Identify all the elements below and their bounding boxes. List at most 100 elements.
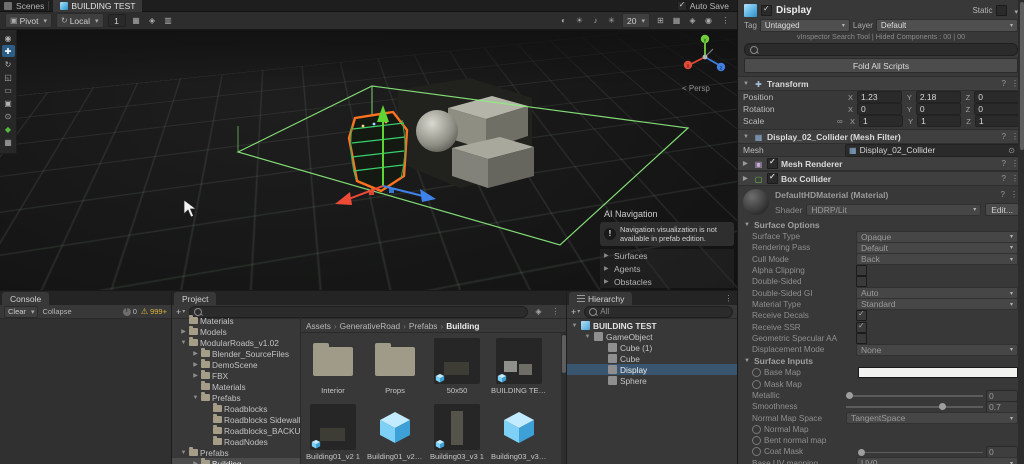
layer-dropdown[interactable]: Default	[875, 19, 1018, 32]
overlay-icon[interactable]: ⊞	[654, 16, 667, 25]
breadcrumb-item[interactable]: Prefabs	[409, 321, 443, 331]
toolbar-menu-icon[interactable]: ⋮	[719, 16, 732, 25]
ai-navigation-item[interactable]: ▶ Obstacles	[600, 275, 734, 288]
tab-hierarchy[interactable]: Hierarchy	[569, 292, 633, 305]
scale-z-field[interactable]: 1	[974, 115, 1019, 127]
material-preview-sphere[interactable]	[743, 189, 769, 215]
view-option-icon[interactable]: ♪	[589, 16, 602, 25]
project-folder-row[interactable]: ▶ DemoScene	[172, 359, 300, 370]
value-field[interactable]: 0	[986, 446, 1018, 458]
help-icon[interactable]	[1002, 132, 1006, 141]
mesh-filter-component-header[interactable]: Display_02_Collider (Mesh Filter)	[738, 129, 1024, 144]
transform-component-header[interactable]: Transform	[738, 76, 1024, 91]
scale-x-field[interactable]: 1	[859, 115, 904, 127]
tool-button[interactable]: ▦	[2, 136, 15, 148]
project-folder-row[interactable]: ▶ Blender_SourceFiles	[172, 348, 300, 359]
value-field[interactable]: 0.7	[986, 400, 1018, 413]
asset-item[interactable]: 50x50	[431, 338, 483, 395]
pivot-dropdown[interactable]: ▣ Pivot	[5, 13, 52, 28]
view-option-icon[interactable]: ☀	[573, 16, 586, 25]
texture-slot-icon[interactable]	[752, 447, 761, 457]
foldout-icon[interactable]	[743, 160, 750, 167]
info-count-badge[interactable]: 0	[122, 307, 137, 316]
project-folder-row[interactable]: ▼ ModularRoads_v1.02	[172, 337, 300, 348]
toolbar-icon[interactable]: ◈	[146, 16, 159, 25]
box-collider-component-header[interactable]: Box Collider	[738, 171, 1024, 186]
property-checkbox[interactable]	[856, 321, 867, 333]
console-log-area[interactable]	[0, 319, 171, 464]
component-enabled-checkbox[interactable]	[767, 157, 778, 169]
scale-link-icon[interactable]: ∞	[837, 117, 845, 126]
hierarchy-item[interactable]: ▼ GameObject	[567, 331, 737, 342]
slider-knob[interactable]	[857, 448, 865, 456]
project-folder-row[interactable]: ▼ Prefabs	[172, 392, 300, 403]
foldout-arrow-icon[interactable]: ▼	[192, 395, 199, 401]
project-folder-row[interactable]: ▼ Prefabs	[172, 447, 300, 458]
scale-y-field[interactable]: 1	[917, 115, 962, 127]
slider[interactable]	[845, 391, 983, 400]
foldout-arrow-icon[interactable]: ▶	[192, 350, 199, 357]
asset-item[interactable]: Interior	[307, 338, 359, 395]
tool-button[interactable]: ◱	[2, 71, 15, 83]
prefab-stage-tab[interactable]: BUILDING TEST	[53, 0, 143, 12]
tool-button[interactable]: ✚	[1, 45, 15, 57]
tool-button[interactable]: ◉	[2, 32, 15, 44]
active-checkbox[interactable]	[761, 4, 772, 16]
scene-orientation-gizmo[interactable]: y x z	[683, 34, 726, 72]
property-dropdown[interactable]: TangentSpace	[846, 412, 1018, 425]
warning-count-badge[interactable]: 999+	[141, 307, 167, 316]
rotation-z-field[interactable]: 0	[974, 103, 1020, 115]
position-z-field[interactable]: 0	[974, 91, 1020, 103]
project-folder-row[interactable]: Materials	[172, 381, 300, 392]
asset-item[interactable]: Building01_v2 1	[306, 404, 360, 461]
texture-slot-icon[interactable]	[752, 436, 761, 446]
hierarchy-item[interactable]: Display	[567, 364, 737, 375]
project-folder-row[interactable]: ▶ FBX	[172, 370, 300, 381]
help-icon[interactable]	[1002, 79, 1006, 88]
position-y-field[interactable]: 2.18	[915, 91, 961, 103]
scenes-breadcrumb[interactable]: Scenes	[16, 1, 44, 11]
ai-navigation-title[interactable]: AI Navigation	[600, 207, 734, 222]
project-folder-row[interactable]: ▶ Building	[172, 458, 300, 464]
foldout-arrow-icon[interactable]: ▼	[180, 450, 187, 456]
ai-navigation-item[interactable]: ▶ Agents	[600, 262, 734, 275]
hierarchy-menu-icon[interactable]	[722, 294, 735, 303]
foldout-arrow-icon[interactable]: ▶	[192, 460, 199, 464]
base-uv-dropdown[interactable]: UV0	[856, 457, 1018, 464]
property-checkbox[interactable]	[856, 265, 867, 277]
color-swatch[interactable]	[858, 367, 1018, 379]
component-enabled-checkbox[interactable]	[767, 172, 778, 184]
hierarchy-item[interactable]: Cube	[567, 353, 737, 364]
toolbar-icon[interactable]: ▦	[130, 16, 143, 25]
component-menu-icon[interactable]	[1010, 190, 1018, 199]
console-clear-button[interactable]: Clear	[4, 305, 39, 318]
view-option-icon[interactable]: ✳	[605, 16, 618, 25]
project-folder-row[interactable]: Roadblocks	[172, 403, 300, 414]
selected-display-object[interactable]	[347, 110, 409, 193]
foldout-arrow-icon[interactable]: ▼	[180, 340, 187, 346]
tag-dropdown[interactable]: Untagged	[759, 19, 850, 32]
tab-project[interactable]: Project	[174, 292, 217, 305]
grid-size-field[interactable]: 1	[107, 14, 126, 27]
foldout-arrow-icon[interactable]: ▼	[584, 334, 591, 340]
foldout-arrow-icon[interactable]: ▶	[180, 328, 187, 335]
tool-button[interactable]: ▣	[2, 97, 15, 109]
foldout-icon[interactable]	[743, 134, 750, 140]
property-checkbox[interactable]	[856, 276, 867, 288]
value-field[interactable]: 0	[986, 389, 1018, 402]
surface-options-foldout[interactable]: Surface Options	[738, 219, 1024, 231]
hierarchy-search-input[interactable]: All	[584, 305, 733, 318]
asset-item[interactable]: BUILDING TEST	[491, 338, 547, 395]
tool-button[interactable]: ▭	[2, 84, 15, 96]
shader-dropdown[interactable]: HDRP/Lit	[806, 203, 982, 216]
mesh-renderer-component-header[interactable]: Mesh Renderer	[738, 156, 1024, 171]
breadcrumb-item[interactable]: GenerativeRoad	[340, 321, 406, 331]
auto-save-checkbox[interactable]	[676, 0, 687, 11]
texture-slot-icon[interactable]	[752, 368, 761, 378]
tool-button[interactable]: ◆	[2, 123, 15, 135]
scrollbar[interactable]	[1018, 0, 1024, 464]
handle-rotation-dropdown[interactable]: ↻ Local	[55, 13, 104, 28]
foldout-arrow-icon[interactable]: ▶	[192, 372, 199, 379]
toolbar-icon[interactable]: ▥	[162, 16, 175, 25]
hierarchy-create-button[interactable]: +	[571, 307, 580, 317]
